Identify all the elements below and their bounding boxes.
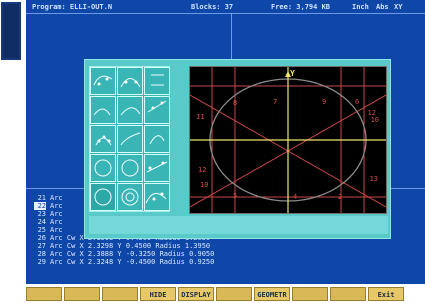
left-edge-strip bbox=[0, 0, 26, 284]
mode-indicator: Abs bbox=[376, 3, 389, 11]
softkey-3[interactable] bbox=[102, 287, 138, 301]
geometry-palette bbox=[89, 66, 170, 212]
canvas-label: 12 bbox=[198, 166, 207, 174]
canvas-label: 4 bbox=[293, 193, 298, 201]
softkey-6[interactable] bbox=[216, 287, 252, 301]
geometry-canvas[interactable]: Y 11 12 10 12 10 13 8 7 9 6 5 4 2 bbox=[189, 66, 387, 214]
softkey-8[interactable] bbox=[292, 287, 328, 301]
y-axis-label: Y bbox=[290, 69, 295, 78]
list-item[interactable]: 25 Arc bbox=[34, 226, 63, 234]
application-screen: Program: ELLI-OUT.N Blocks: 37 Free: 3,7… bbox=[26, 0, 425, 284]
canvas-label: 5 bbox=[233, 192, 238, 200]
softkey-bar: HIDE DISPLAY GEOMETR Exit bbox=[0, 287, 425, 303]
corner-frame bbox=[1, 2, 21, 60]
list-item[interactable]: 28 Arc Cw X 2.3888 Y -0.3250 Radius 0.905… bbox=[34, 250, 215, 258]
geometry-dialog: Y 11 12 10 12 10 13 8 7 9 6 5 4 2 bbox=[84, 59, 391, 239]
list-item[interactable]: 27 Arc Cw X 2.3298 Y 0.4500 Radius 1.3950 bbox=[34, 242, 211, 250]
softkey-2[interactable] bbox=[64, 287, 100, 301]
list-item[interactable]: 22 Arc bbox=[34, 202, 63, 210]
canvas-label: 9 bbox=[322, 98, 327, 106]
canvas-label: 10 bbox=[370, 116, 379, 124]
canvas-label: 10 bbox=[200, 181, 209, 189]
canvas-label: 2 bbox=[338, 193, 343, 201]
canvas-label: 11 bbox=[196, 113, 205, 121]
softkey-hide[interactable]: HIDE bbox=[140, 287, 176, 301]
canvas-label: 13 bbox=[369, 175, 378, 183]
canvas-label: 6 bbox=[355, 98, 360, 106]
softkey-9[interactable] bbox=[330, 287, 366, 301]
softkey-1[interactable] bbox=[26, 287, 62, 301]
list-item[interactable]: 21 Arc bbox=[34, 194, 63, 202]
palette-glyphs bbox=[93, 74, 168, 206]
softkey-display[interactable]: DISPLAY bbox=[178, 287, 214, 301]
softkey-exit[interactable]: Exit bbox=[368, 287, 404, 301]
units-indicator: Inch bbox=[352, 3, 369, 11]
plane-indicator: XY bbox=[394, 3, 403, 11]
list-item[interactable]: 24 Arc bbox=[34, 218, 63, 226]
program-name: Program: ELLI-OUT.N bbox=[32, 3, 113, 11]
free-memory: Free: 3,794 KB bbox=[271, 3, 331, 11]
dialog-footer bbox=[89, 216, 388, 234]
top-divider bbox=[26, 13, 425, 14]
softkey-geometr[interactable]: GEOMETR bbox=[254, 287, 290, 301]
list-item[interactable]: 23 Arc bbox=[34, 210, 63, 218]
canvas-label: 8 bbox=[233, 99, 238, 107]
canvas-label: 7 bbox=[273, 98, 278, 106]
list-item[interactable]: 29 Arc Cw X 2.3248 Y -0.4500 Radius 0.925… bbox=[34, 258, 215, 266]
geometry-drawing bbox=[190, 67, 386, 213]
blocks-count: Blocks: 37 bbox=[191, 3, 234, 11]
